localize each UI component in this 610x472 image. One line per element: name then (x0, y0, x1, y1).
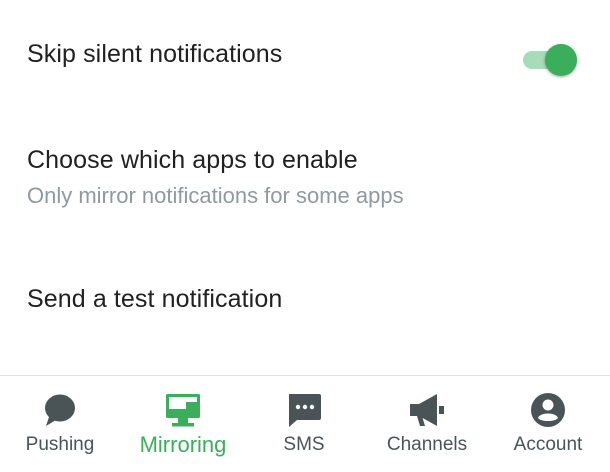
megaphone-icon (407, 390, 447, 430)
nav-item-pushing[interactable]: Pushing (12, 376, 108, 472)
nav-item-account[interactable]: Account (500, 376, 596, 472)
send-test-notification-title: Send a test notification (27, 285, 283, 313)
nav-label-mirroring: Mirroring (139, 432, 227, 457)
chat-bubble-icon (40, 390, 80, 430)
nav-label-sms: SMS (283, 434, 325, 455)
settings-list: Skip silent notifications Choose which a… (0, 0, 610, 375)
monitor-icon (163, 390, 203, 430)
choose-apps-title: Choose which apps to enable (27, 146, 358, 174)
choose-apps-row[interactable]: Choose which apps to enable Only mirror … (0, 130, 610, 230)
skip-silent-notifications-title: Skip silent notifications (27, 40, 283, 68)
account-circle-icon (528, 390, 568, 430)
nav-item-mirroring[interactable]: Mirroring (128, 376, 238, 472)
nav-label-pushing: Pushing (25, 434, 95, 455)
nav-label-channels: Channels (386, 434, 468, 455)
nav-item-channels[interactable]: Channels (374, 376, 480, 472)
nav-label-account: Account (513, 434, 583, 455)
send-test-notification-row[interactable]: Send a test notification (0, 265, 610, 340)
choose-apps-summary: Only mirror notifications for some apps (27, 183, 404, 208)
skip-silent-notifications-toggle[interactable] (521, 40, 579, 80)
skip-silent-notifications-row[interactable]: Skip silent notifications (0, 20, 610, 100)
nav-item-sms[interactable]: SMS (262, 376, 346, 472)
toggle-thumb (545, 44, 577, 76)
bottom-navigation-bar: Pushing Mirroring SMS Channels Account (0, 375, 610, 471)
sms-icon (284, 390, 324, 430)
